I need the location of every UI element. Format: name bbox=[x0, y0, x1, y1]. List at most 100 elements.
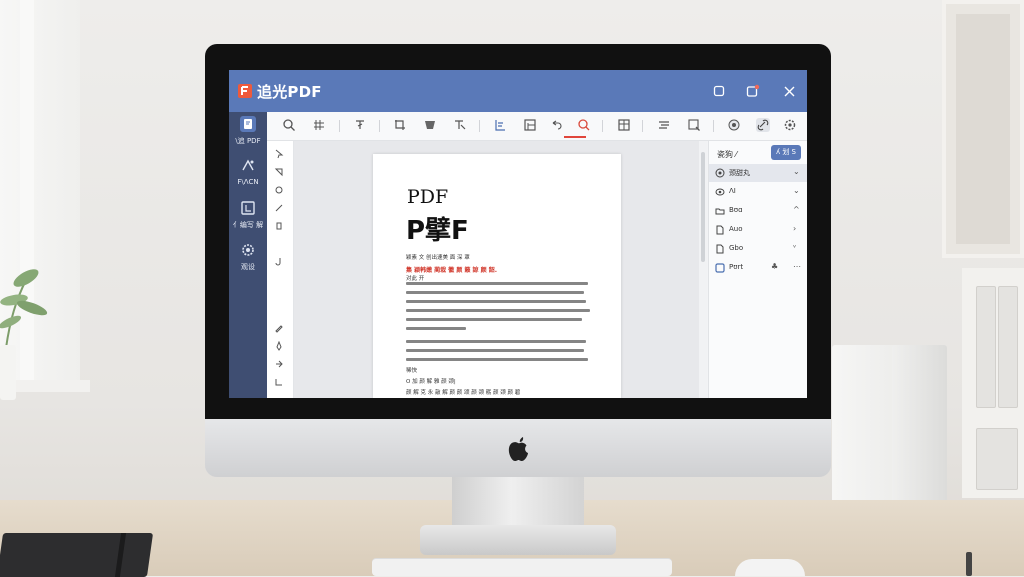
page-red-line: 集 颖韩嫩 蔺栽 徽 颜 籁 諒 颜 韶. bbox=[406, 267, 497, 274]
pdf-page[interactable]: PDF P擘F 颖素 文 创出速美 面 深 罩 集 颖韩嫩 蔺栽 徽 颜 籁 諒… bbox=[373, 154, 621, 398]
more-options-icon[interactable]: ⋯ bbox=[793, 262, 801, 271]
settings-gear-icon bbox=[242, 244, 254, 256]
sidebar-item-convert[interactable]: F\ΛCN bbox=[229, 156, 267, 196]
text-tool[interactable] bbox=[353, 118, 367, 132]
app-logo-icon bbox=[238, 84, 252, 98]
sidebar-item-label: 观设 bbox=[241, 263, 255, 271]
book-tool[interactable] bbox=[617, 118, 631, 132]
checkbox-icon bbox=[715, 263, 725, 273]
keyboard bbox=[372, 559, 672, 576]
text-line bbox=[406, 300, 586, 303]
eye-icon bbox=[715, 188, 725, 196]
link-tool[interactable] bbox=[756, 118, 770, 132]
close-icon bbox=[784, 86, 794, 96]
panel-row-label: ΛI bbox=[729, 187, 736, 195]
pencil-icon[interactable] bbox=[274, 323, 284, 333]
file-icon bbox=[716, 225, 724, 235]
text-line bbox=[406, 291, 584, 294]
crop-tool[interactable] bbox=[393, 118, 407, 132]
draw-icon[interactable] bbox=[274, 203, 284, 213]
scrollbar-thumb[interactable] bbox=[701, 152, 705, 262]
sidebar-item-label: \追 PDF bbox=[235, 137, 261, 145]
arrow-icon[interactable] bbox=[274, 359, 284, 369]
find-tool[interactable] bbox=[687, 118, 701, 132]
notification-button[interactable] bbox=[744, 82, 762, 100]
panel-row-label: Pʊrt bbox=[729, 263, 744, 271]
panel-row[interactable]: Bʊɑ ^ bbox=[709, 202, 807, 220]
panel-row[interactable]: Gbo ᵛ bbox=[709, 240, 807, 258]
select-icon[interactable] bbox=[274, 149, 284, 159]
cloud-tool[interactable] bbox=[727, 118, 741, 132]
text-line bbox=[406, 309, 590, 312]
page-icon bbox=[524, 119, 536, 131]
search-tool[interactable] bbox=[282, 118, 296, 132]
page-heading-cjk: P擘F bbox=[406, 216, 469, 246]
search-icon bbox=[283, 119, 295, 131]
chevron-down-icon: ⌄ bbox=[793, 167, 800, 176]
pointer-icon bbox=[455, 120, 466, 130]
pdf-file-icon bbox=[240, 116, 256, 132]
sidebar-item-label: ⺅编写 解 bbox=[232, 221, 264, 229]
club-icon: ♣ bbox=[771, 262, 779, 271]
app-window: 追光PDF \追 PDF F\ΛCN ⺅编写 解 观设 PDF P擘F 颖素 文… bbox=[229, 70, 807, 398]
convert-icon bbox=[242, 159, 254, 171]
toolbar bbox=[267, 112, 807, 141]
pointer-tool[interactable] bbox=[453, 118, 467, 132]
properties-panel: 瓷狗 ⁄ ʎ 划 S 颈甜丸 ⌄ ΛI ⌄ Bʊɑ ^ Auo › Gbo ᵛ bbox=[708, 141, 807, 398]
bookcase bbox=[962, 268, 1024, 498]
chevron-up-icon: ^ bbox=[793, 205, 800, 214]
chevron-right-icon: › bbox=[793, 224, 797, 233]
frame-icon[interactable] bbox=[274, 377, 284, 387]
active-tool-indicator bbox=[564, 136, 586, 138]
panel-row[interactable]: 颈甜丸 ⌄ bbox=[709, 164, 807, 182]
panel-row-label: Bʊɑ bbox=[729, 206, 743, 214]
restore-icon bbox=[713, 85, 725, 97]
page-meta-line: 对此 开 bbox=[406, 276, 425, 282]
folder-icon bbox=[715, 208, 725, 215]
sidebar-item-edit[interactable]: ⺅编写 解 bbox=[229, 198, 267, 238]
align-left-icon bbox=[495, 120, 505, 131]
monitor-stand-foot bbox=[420, 525, 616, 555]
marker-icon[interactable] bbox=[274, 221, 284, 231]
link-annotate-icon[interactable] bbox=[274, 185, 284, 195]
notebook bbox=[0, 533, 154, 577]
text-line bbox=[406, 327, 466, 330]
monitor-stand bbox=[452, 475, 584, 530]
white-box-flap bbox=[892, 345, 947, 505]
hook-icon[interactable] bbox=[274, 257, 284, 267]
restore-button[interactable] bbox=[710, 82, 728, 100]
panel-action-button[interactable]: ʎ 划 S bbox=[771, 145, 801, 160]
app-title: 追光PDF bbox=[257, 83, 322, 101]
zoom-tool[interactable] bbox=[577, 118, 591, 132]
pen bbox=[966, 552, 972, 576]
gear-icon bbox=[784, 119, 796, 131]
panel-row[interactable]: Auo › bbox=[709, 221, 807, 239]
undo-tool[interactable] bbox=[549, 118, 563, 132]
text-line bbox=[406, 358, 588, 361]
sidebar-item-pdf[interactable]: \追 PDF bbox=[229, 114, 267, 154]
text-line bbox=[406, 318, 582, 321]
find-icon bbox=[688, 119, 700, 131]
circle-dot-icon bbox=[715, 168, 725, 178]
panel-row[interactable]: Pʊrt ♣ ⋯ bbox=[709, 259, 807, 277]
sidebar-item-settings[interactable]: 观设 bbox=[229, 240, 267, 280]
panel-row[interactable]: ΛI ⌄ bbox=[709, 183, 807, 201]
grid-tool[interactable] bbox=[312, 118, 326, 132]
panel-row-label: 颈甜丸 bbox=[729, 169, 750, 177]
stamp-tool[interactable] bbox=[423, 118, 437, 132]
close-button[interactable] bbox=[780, 82, 798, 100]
crop-icon bbox=[395, 120, 405, 130]
pen-icon[interactable] bbox=[274, 341, 284, 351]
zoom-icon bbox=[578, 119, 590, 131]
settings-tool[interactable] bbox=[783, 118, 797, 132]
plant-icon bbox=[0, 269, 48, 349]
list-icon bbox=[659, 121, 669, 129]
shape-icon[interactable] bbox=[274, 167, 284, 177]
page-tool[interactable] bbox=[523, 118, 537, 132]
notification-icon bbox=[746, 84, 760, 97]
align-tool[interactable] bbox=[493, 118, 507, 132]
grid-icon bbox=[314, 120, 324, 130]
list-tool[interactable] bbox=[657, 118, 671, 132]
page-meta-line: 颜 解 克 永 敲 解 颜 颜 颂 颜 颈 粝 颜 颈 颜 碧 bbox=[406, 390, 521, 396]
mouse bbox=[735, 559, 805, 576]
